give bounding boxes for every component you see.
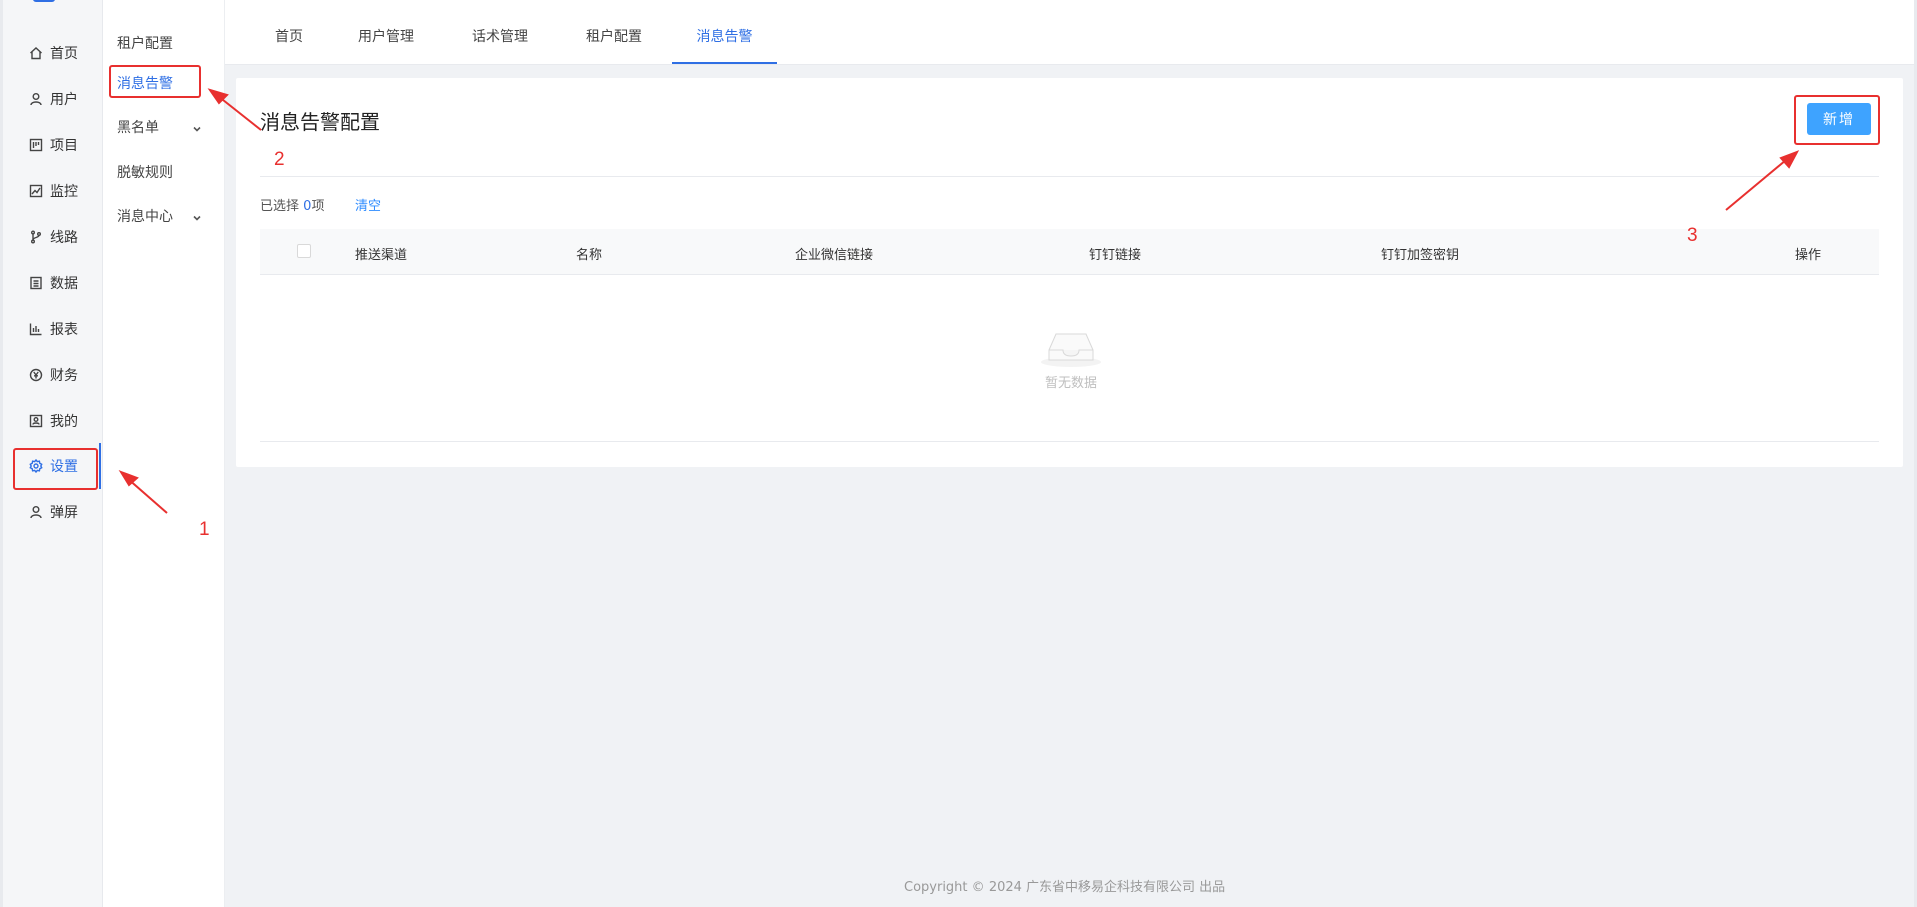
select-all-checkbox[interactable] <box>297 244 311 258</box>
subnav-item-message-center[interactable]: 消息中心 <box>103 202 224 230</box>
tab-message-alert[interactable]: 消息告警 <box>672 26 777 64</box>
profile-icon <box>29 414 43 428</box>
empty-inbox-icon <box>1041 333 1101 367</box>
home-icon <box>29 46 43 60</box>
sidebar-item-settings[interactable]: 设置 <box>3 443 102 489</box>
sidebar-item-finance[interactable]: 财务 <box>3 352 102 398</box>
sidebar-item-route[interactable]: 线路 <box>3 214 102 260</box>
tab-user-management[interactable]: 用户管理 <box>353 26 419 64</box>
footer-copyright: Copyright © 2024 广东省中移易企科技有限公司 出品 <box>904 880 1226 895</box>
column-actions: 操作 <box>1795 248 1822 263</box>
sidebar-active-indicator <box>99 443 101 489</box>
sidebar-item-mine[interactable]: 我的 <box>3 398 102 444</box>
monitor-icon <box>29 184 43 198</box>
sidebar-item-label: 弹屏 <box>50 505 78 521</box>
main-sidebar: 首页 用户 项目 监控 线路 数据 报表 财务 我的 设置 弹屏 <box>3 0 103 907</box>
clear-selection-link[interactable]: 清空 <box>355 195 381 214</box>
table-bottom-border <box>260 441 1879 442</box>
subnav-item-label: 消息告警 <box>117 76 173 92</box>
sub-sidebar: 租户配置 消息告警 黑名单 脱敏规则 消息中心 <box>103 0 225 907</box>
subnav-item-blacklist[interactable]: 黑名单 <box>103 113 224 141</box>
annotation-number-1: 1 <box>199 519 210 540</box>
logo <box>33 0 55 2</box>
subnav-item-label: 脱敏规则 <box>117 165 173 181</box>
sidebar-item-monitor[interactable]: 监控 <box>3 168 102 214</box>
sidebar-item-data[interactable]: 数据 <box>3 260 102 306</box>
sidebar-item-popup[interactable]: 弹屏 <box>3 489 102 535</box>
chevron-down-icon <box>192 211 202 221</box>
alert-config-card: 消息告警配置 新增 已选择 0项 清空 推送渠道 名称 企业微信链接 钉钉链接 … <box>236 78 1903 467</box>
page-title: 消息告警配置 <box>260 110 380 134</box>
sidebar-item-label: 监控 <box>50 184 78 200</box>
sidebar-item-report[interactable]: 报表 <box>3 306 102 352</box>
gear-icon <box>29 459 43 473</box>
chart-icon <box>29 322 43 336</box>
sidebar-item-label: 首页 <box>50 46 78 62</box>
column-dingtalk-secret: 钉钉加签密钥 <box>1381 248 1460 263</box>
add-button[interactable]: 新增 <box>1807 103 1871 135</box>
sidebar-item-home[interactable]: 首页 <box>3 30 102 76</box>
selection-info: 已选择 0项 <box>260 199 325 214</box>
sidebar-item-label: 数据 <box>50 276 78 292</box>
branch-icon <box>29 230 43 244</box>
sidebar-item-label: 设置 <box>50 459 78 475</box>
empty-state: 暂无数据 <box>1026 324 1116 391</box>
user-icon <box>29 505 43 519</box>
sidebar-item-label: 财务 <box>50 368 78 384</box>
subnav-item-message-alert[interactable]: 消息告警 <box>103 69 224 97</box>
subnav-item-label: 黑名单 <box>117 120 159 136</box>
column-dingtalk-link: 钉钉链接 <box>1089 248 1142 263</box>
annotation-number-2: 2 <box>274 149 285 170</box>
annotation-number-3: 3 <box>1687 225 1698 246</box>
subnav-item-desensitize-rules[interactable]: 脱敏规则 <box>103 158 224 186</box>
sidebar-item-label: 我的 <box>50 414 78 430</box>
sidebar-item-project[interactable]: 项目 <box>3 122 102 168</box>
empty-text: 暂无数据 <box>1044 376 1097 391</box>
divider <box>260 176 1879 177</box>
user-icon <box>29 92 43 106</box>
subnav-item-label: 消息中心 <box>117 209 173 225</box>
subnav-item-label: 租户配置 <box>117 36 173 52</box>
tab-script-management[interactable]: 话术管理 <box>467 26 533 64</box>
column-name: 名称 <box>576 248 603 263</box>
column-wecom-link: 企业微信链接 <box>795 248 874 263</box>
sidebar-item-label: 项目 <box>50 138 78 154</box>
chevron-down-icon <box>192 122 202 132</box>
subnav-item-tenant-config[interactable]: 租户配置 <box>103 29 224 57</box>
data-icon <box>29 276 43 290</box>
table-header: 推送渠道 名称 企业微信链接 钉钉链接 钉钉加签密钥 操作 <box>260 229 1879 275</box>
project-icon <box>29 138 43 152</box>
sidebar-item-label: 用户 <box>50 92 78 108</box>
tab-tenant-config[interactable]: 租户配置 <box>581 26 647 64</box>
top-tabs: 首页 用户管理 话术管理 租户配置 消息告警 <box>225 0 1914 65</box>
sidebar-item-label: 报表 <box>50 322 78 338</box>
yen-icon <box>29 368 43 382</box>
sidebar-item-user[interactable]: 用户 <box>3 76 102 122</box>
tab-home[interactable]: 首页 <box>267 26 311 64</box>
column-push-channel: 推送渠道 <box>355 248 408 263</box>
sidebar-item-label: 线路 <box>50 230 78 246</box>
